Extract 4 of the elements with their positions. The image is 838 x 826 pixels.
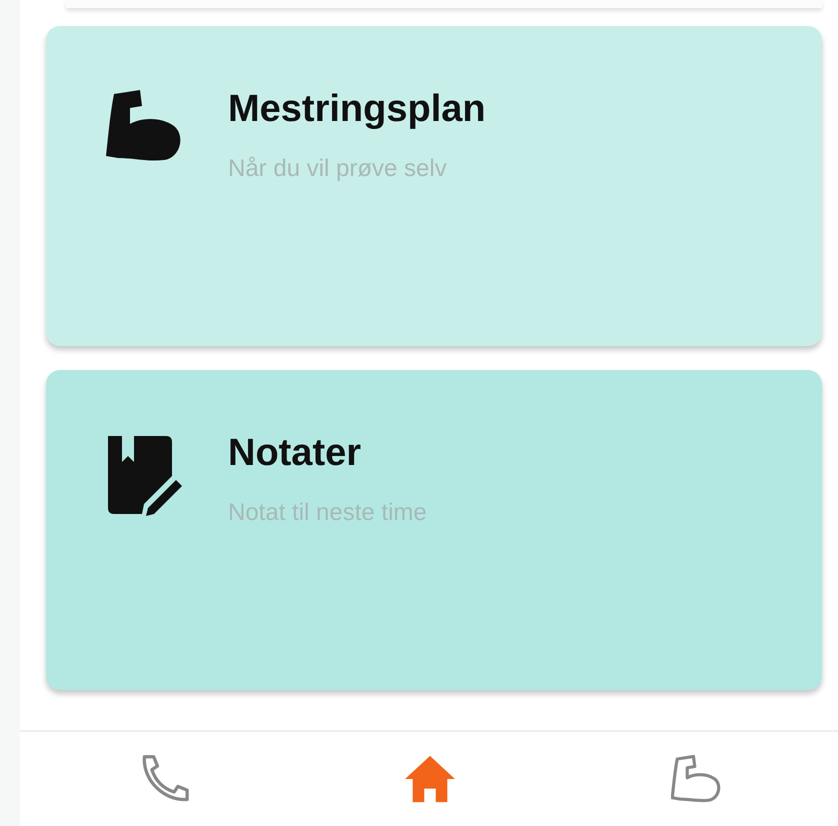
card-title: Mestringsplan xyxy=(228,88,486,131)
card-title: Notater xyxy=(228,432,362,475)
home-icon[interactable] xyxy=(403,754,457,804)
flexed-arm-icon[interactable] xyxy=(671,755,721,803)
